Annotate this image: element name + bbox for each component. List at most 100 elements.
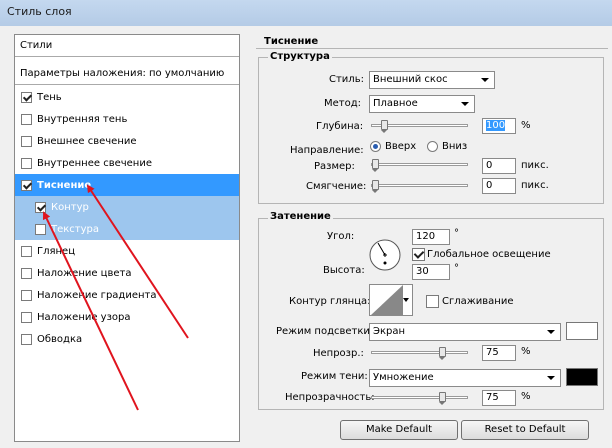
style-item-checkbox[interactable]: [21, 179, 32, 191]
direction-label: Направление:: [290, 145, 364, 156]
size-label: Размер:: [314, 161, 355, 172]
shadow-opacity-thumb[interactable]: [439, 392, 446, 405]
soften-slider[interactable]: [371, 180, 468, 193]
highlight-mode-select[interactable]: Экран: [369, 323, 561, 341]
style-item-checkbox[interactable]: [21, 245, 32, 257]
soften-input-value: 0: [486, 180, 493, 191]
highlight-opacity-input[interactable]: 75: [482, 345, 516, 361]
shadow-opacity-value: 75: [486, 392, 499, 403]
style-item-label: Наложение узора: [37, 311, 131, 323]
angle-input-value: 120: [416, 231, 436, 242]
blending-options-item[interactable]: Параметры наложения: по умолчанию: [15, 63, 239, 85]
style-item-label: Наложение градиента: [37, 289, 157, 301]
style-item-checkbox[interactable]: [21, 135, 32, 147]
shadow-mode-value: Умножение: [373, 372, 434, 383]
style-item-label: Текстура: [51, 223, 100, 235]
style-item-label: Внешнее свечение: [37, 135, 137, 147]
shadow-color-swatch[interactable]: [566, 368, 598, 386]
soften-unit: пикс.: [521, 180, 549, 191]
styles-panel: Стили Параметры наложения: по умолчанию …: [14, 34, 240, 442]
style-item[interactable]: Внешнее свечение: [15, 130, 239, 152]
gloss-contour-label: Контур глянца:: [289, 296, 371, 307]
depth-input[interactable]: 100: [482, 118, 516, 134]
contour-preview-icon: [371, 285, 403, 315]
styles-header-label: Стили: [20, 40, 53, 51]
size-input-value: 0: [486, 160, 493, 171]
depth-slider[interactable]: [371, 120, 468, 133]
style-item-label: Тень: [37, 91, 62, 103]
direction-down-radio[interactable]: [427, 141, 438, 152]
shadow-mode-label: Режим тени:: [301, 371, 368, 382]
method-select[interactable]: Плавное: [369, 95, 475, 113]
style-item[interactable]: Наложение цвета: [15, 262, 239, 284]
contour-chevron-down-icon: [403, 298, 409, 302]
make-default-button[interactable]: Make Default: [340, 420, 458, 440]
style-item[interactable]: Тень: [15, 86, 239, 108]
altitude-input-value: 30: [416, 266, 429, 277]
style-item-checkbox[interactable]: [35, 223, 46, 235]
global-light-checkbox[interactable]: [412, 248, 425, 261]
shadow-opacity-label: Непрозрачность:: [285, 392, 375, 403]
style-item[interactable]: Обводка: [15, 328, 239, 350]
angle-label: Угол:: [327, 231, 355, 242]
style-item[interactable]: Тиснение: [15, 174, 239, 196]
style-item-label: Тиснение: [37, 179, 92, 191]
depth-slider-thumb[interactable]: [381, 120, 388, 133]
shadow-opacity-input[interactable]: 75: [482, 390, 516, 406]
section-divider: [256, 48, 608, 49]
style-item-checkbox[interactable]: [21, 289, 32, 301]
title-bar: Стиль слоя: [0, 0, 612, 26]
size-slider-thumb[interactable]: [372, 159, 379, 172]
style-item[interactable]: Внутреннее свечение: [15, 152, 239, 174]
altitude-input[interactable]: 30: [412, 264, 450, 280]
highlight-opacity-thumb[interactable]: [439, 347, 446, 360]
size-unit: пикс.: [521, 160, 549, 171]
antialias-checkbox[interactable]: [426, 295, 439, 308]
shadow-mode-select[interactable]: Умножение: [369, 369, 561, 387]
highlight-color-swatch[interactable]: [566, 322, 598, 340]
method-select-chevron-down-icon: [461, 102, 469, 106]
style-item-checkbox[interactable]: [21, 333, 32, 345]
style-item[interactable]: Наложение градиента: [15, 284, 239, 306]
highlight-mode-chevron-down-icon: [547, 330, 555, 334]
angle-input[interactable]: 120: [412, 229, 450, 245]
style-item[interactable]: Глянец: [15, 240, 239, 262]
direction-up-radio[interactable]: [370, 141, 381, 152]
method-select-value: Плавное: [373, 98, 418, 109]
style-item-checkbox[interactable]: [21, 113, 32, 125]
highlight-opacity-slider[interactable]: [371, 347, 468, 360]
size-input[interactable]: 0: [482, 158, 516, 174]
style-item-checkbox[interactable]: [21, 157, 32, 169]
reset-default-button[interactable]: Reset to Default: [461, 420, 589, 440]
style-select[interactable]: Внешний скос: [369, 71, 495, 89]
soften-input[interactable]: 0: [482, 178, 516, 194]
direction-up-label: Вверх: [385, 141, 417, 152]
angle-wheel-icon[interactable]: [368, 238, 402, 272]
shadow-opacity-slider[interactable]: [371, 392, 468, 405]
size-slider[interactable]: [371, 159, 468, 172]
style-item-checkbox[interactable]: [21, 311, 32, 323]
gloss-contour-picker[interactable]: [369, 284, 413, 316]
altitude-label: Высота:: [323, 265, 365, 276]
styles-header[interactable]: Стили: [15, 35, 239, 57]
structure-title: Структура: [268, 51, 332, 62]
style-item-label: Контур: [51, 201, 89, 213]
highlight-mode-label: Режим подсветки:: [276, 326, 374, 337]
highlight-opacity-unit: %: [521, 346, 531, 357]
shading-title: Затенение: [268, 211, 333, 222]
soften-slider-thumb[interactable]: [372, 180, 379, 193]
bevel-section-title: Тиснение: [264, 36, 319, 47]
style-item-label: Глянец: [37, 245, 76, 257]
style-select-chevron-down-icon: [481, 78, 489, 82]
highlight-opacity-value: 75: [486, 347, 499, 358]
style-item[interactable]: Наложение узора: [15, 306, 239, 328]
style-item[interactable]: Внутренняя тень: [15, 108, 239, 130]
style-item-checkbox[interactable]: [35, 201, 46, 213]
style-item-checkbox[interactable]: [21, 91, 32, 103]
dialog-body: Стили Параметры наложения: по умолчанию …: [6, 26, 612, 448]
style-item-label: Внутреннее свечение: [37, 157, 152, 169]
style-item[interactable]: Контур: [15, 196, 239, 218]
style-item[interactable]: Текстура: [15, 218, 239, 240]
style-item-checkbox[interactable]: [21, 267, 32, 279]
highlight-mode-value: Экран: [373, 326, 406, 337]
